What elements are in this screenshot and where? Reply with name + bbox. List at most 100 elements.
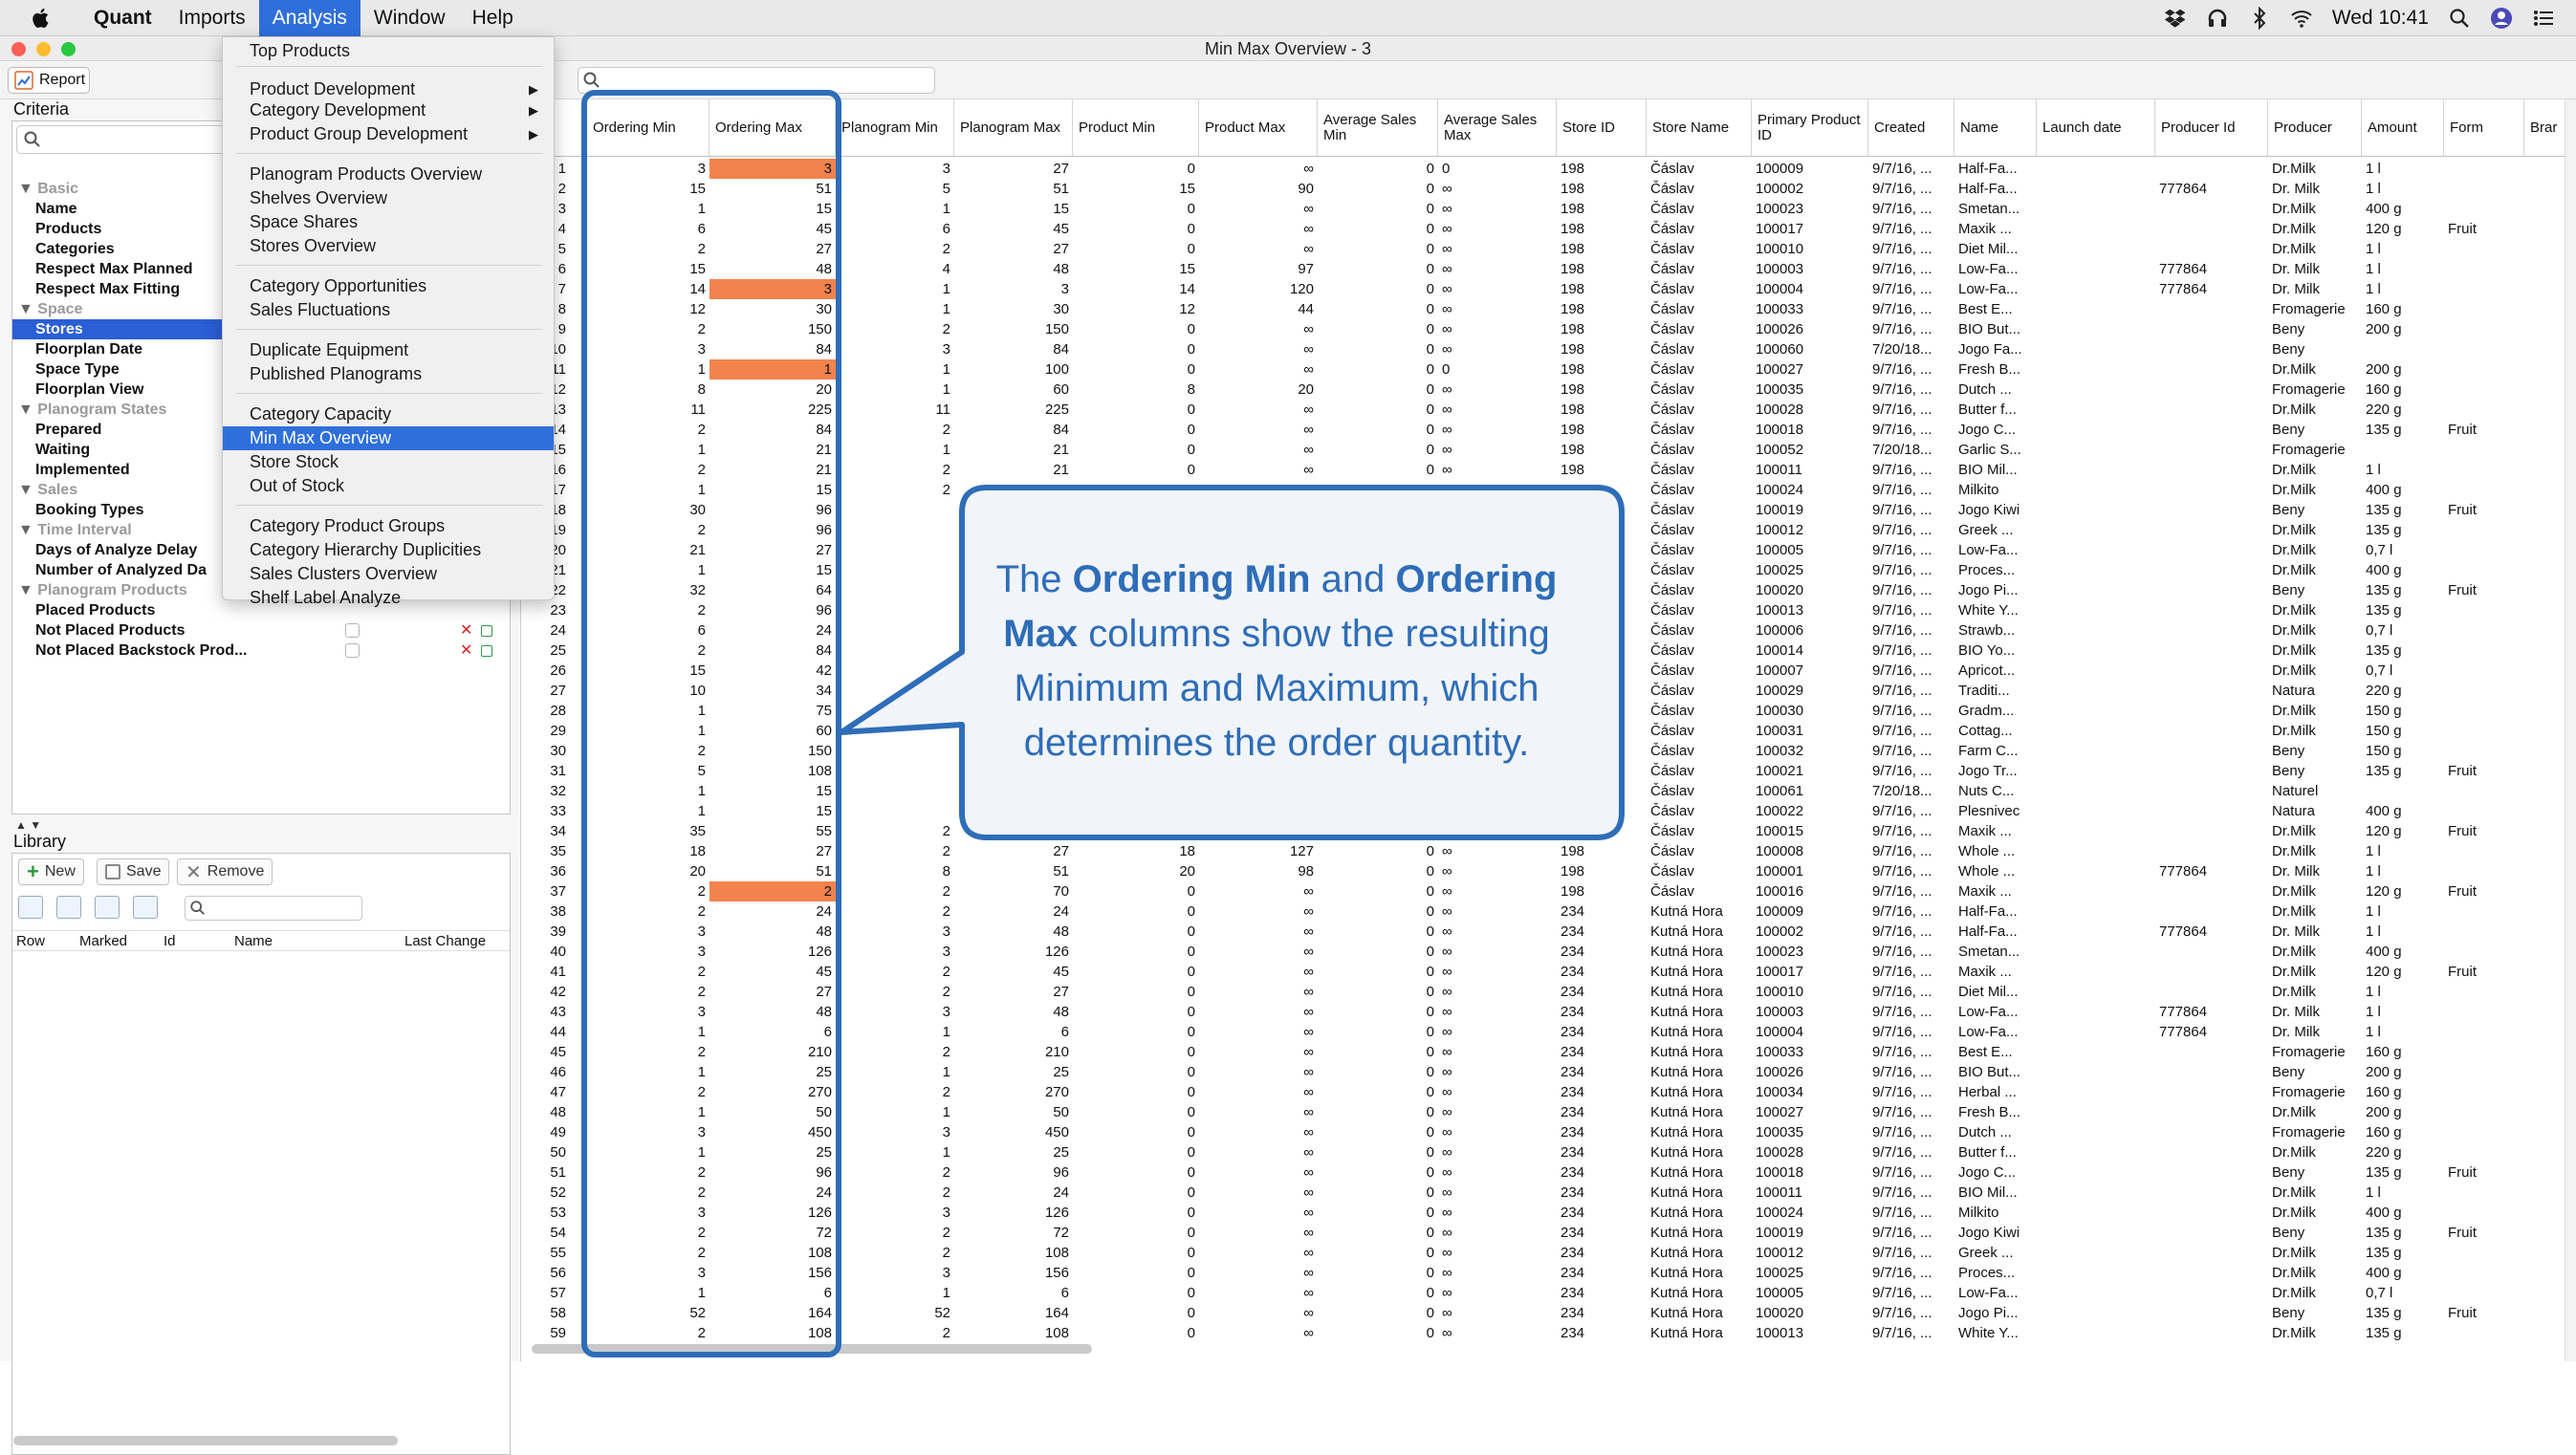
table-cell[interactable]: 9/7/16, ... bbox=[1868, 901, 1954, 922]
table-cell[interactable] bbox=[2037, 199, 2155, 219]
table-cell[interactable]: ∞ bbox=[1199, 359, 1318, 380]
table-cell[interactable]: BIO Mil... bbox=[1954, 1183, 2037, 1203]
table-cell[interactable]: 70 bbox=[954, 881, 1073, 901]
table-cell[interactable]: 1 bbox=[836, 1022, 954, 1042]
table-cell[interactable]: 4 bbox=[836, 259, 954, 279]
row-number[interactable]: 46 bbox=[522, 1062, 570, 1082]
table-cell[interactable] bbox=[2037, 1243, 2155, 1263]
column-header[interactable]: Planogram Min bbox=[836, 99, 954, 157]
table-cell[interactable] bbox=[2444, 922, 2524, 942]
table-cell[interactable]: 100006 bbox=[1752, 620, 1868, 641]
table-cell[interactable]: 7/20/18... bbox=[1868, 781, 1954, 801]
table-cell[interactable] bbox=[2155, 1323, 2268, 1343]
table-cell[interactable]: Dr.Milk bbox=[2268, 620, 2362, 641]
table-cell[interactable]: 60 bbox=[709, 721, 836, 741]
table-cell[interactable]: ∞ bbox=[1199, 881, 1318, 901]
table-cell[interactable]: 234 bbox=[1557, 1203, 1647, 1223]
column-header[interactable]: Producer Id bbox=[2155, 99, 2268, 157]
table-cell[interactable]: 0 bbox=[1073, 922, 1199, 942]
table-cell[interactable]: Strawb... bbox=[1954, 620, 2037, 641]
table-cell[interactable]: Low-Fa... bbox=[1954, 1022, 2037, 1042]
table-cell[interactable]: Half-Fa... bbox=[1954, 922, 2037, 942]
table-cell[interactable]: 198 bbox=[1557, 359, 1647, 380]
table-cell[interactable] bbox=[2037, 681, 2155, 701]
table-cell[interactable]: 100009 bbox=[1752, 159, 1868, 179]
table-cell[interactable]: 21 bbox=[709, 440, 836, 460]
table-cell[interactable] bbox=[2155, 741, 2268, 761]
table-cell[interactable]: 198 bbox=[1557, 219, 1647, 239]
table-cell[interactable]: 1 bbox=[709, 359, 836, 380]
criteria-search-input[interactable] bbox=[16, 125, 229, 154]
table-cell[interactable]: 1 l bbox=[2362, 179, 2444, 199]
table-cell[interactable]: Beny bbox=[2268, 580, 2362, 600]
row-number[interactable]: 48 bbox=[522, 1102, 570, 1122]
table-cell[interactable]: 11 bbox=[587, 400, 709, 420]
table-cell[interactable]: Čáslav bbox=[1647, 620, 1752, 641]
column-header[interactable]: Amount bbox=[2362, 99, 2444, 157]
table-cell[interactable] bbox=[2155, 400, 2268, 420]
library-save-button[interactable]: Save bbox=[97, 858, 170, 885]
table-cell[interactable]: 3 bbox=[587, 339, 709, 359]
table-cell[interactable]: 48 bbox=[954, 922, 1073, 942]
table-cell[interactable]: 9/7/16, ... bbox=[1868, 420, 1954, 440]
table-cell[interactable]: 84 bbox=[954, 420, 1073, 440]
table-cell[interactable]: Maxik ... bbox=[1954, 219, 2037, 239]
row-number[interactable]: 39 bbox=[522, 922, 570, 942]
table-cell[interactable]: 84 bbox=[709, 339, 836, 359]
table-cell[interactable]: ∞ bbox=[1199, 159, 1318, 179]
table-cell[interactable]: Dr.Milk bbox=[2268, 641, 2362, 661]
library-search-input[interactable] bbox=[185, 896, 362, 921]
table-cell[interactable]: 1 l bbox=[2362, 922, 2444, 942]
table-cell[interactable]: 100004 bbox=[1752, 1022, 1868, 1042]
table-cell[interactable]: Fromagerie bbox=[2268, 1122, 2362, 1142]
table-cell[interactable]: 9/7/16, ... bbox=[1868, 1082, 1954, 1102]
table-cell[interactable]: 9/7/16, ... bbox=[1868, 380, 1954, 400]
table-cell[interactable]: 9/7/16, ... bbox=[1868, 299, 1954, 319]
table-cell[interactable] bbox=[2037, 982, 2155, 1002]
table-cell[interactable]: 2 bbox=[587, 319, 709, 339]
table-cell[interactable] bbox=[2037, 1062, 2155, 1082]
table-cell[interactable]: Kutná Hora bbox=[1647, 1122, 1752, 1142]
table-cell[interactable] bbox=[2362, 440, 2444, 460]
row-number[interactable]: 59 bbox=[522, 1323, 570, 1343]
table-cell[interactable]: 9/7/16, ... bbox=[1868, 1183, 1954, 1203]
table-cell[interactable]: Diet Mil... bbox=[1954, 982, 2037, 1002]
table-cell[interactable]: 1 l bbox=[2362, 259, 2444, 279]
table-cell[interactable]: 30 bbox=[709, 299, 836, 319]
menu-item-published-planograms[interactable]: Published Planograms bbox=[223, 362, 554, 386]
library-col-marked[interactable]: Marked bbox=[79, 933, 127, 949]
table-cell[interactable]: 1 bbox=[587, 440, 709, 460]
table-cell[interactable]: 2 bbox=[587, 881, 709, 901]
table-cell[interactable]: 0 bbox=[1318, 1142, 1438, 1162]
table-cell[interactable]: 9/7/16, ... bbox=[1868, 962, 1954, 982]
table-cell[interactable]: 3 bbox=[836, 922, 954, 942]
table-cell[interactable]: 100025 bbox=[1752, 560, 1868, 580]
table-cell[interactable]: 25 bbox=[954, 1142, 1073, 1162]
table-cell[interactable]: ∞ bbox=[1199, 1183, 1318, 1203]
table-cell[interactable]: 20 bbox=[1199, 380, 1318, 400]
table-cell[interactable]: 1 l bbox=[2362, 1002, 2444, 1022]
disclosure-triangle-icon[interactable]: ▼ bbox=[18, 181, 37, 197]
row-number[interactable]: 24 bbox=[522, 620, 570, 641]
table-cell[interactable]: 100028 bbox=[1752, 400, 1868, 420]
table-cell[interactable]: 100009 bbox=[1752, 901, 1868, 922]
table-cell[interactable]: 234 bbox=[1557, 1243, 1647, 1263]
table-cell[interactable]: 234 bbox=[1557, 1162, 1647, 1183]
table-cell[interactable]: Čáslav bbox=[1647, 380, 1752, 400]
table-cell[interactable]: 100020 bbox=[1752, 580, 1868, 600]
table-cell[interactable]: 0 bbox=[1318, 1323, 1438, 1343]
apple-icon[interactable] bbox=[29, 6, 54, 31]
table-cell[interactable]: 198 bbox=[1557, 259, 1647, 279]
table-cell[interactable]: Milkito bbox=[1954, 480, 2037, 500]
row-number[interactable]: 52 bbox=[522, 1183, 570, 1203]
table-cell[interactable]: 9/7/16, ... bbox=[1868, 1122, 1954, 1142]
table-cell[interactable]: 0 bbox=[1073, 1263, 1199, 1283]
table-cell[interactable] bbox=[2155, 661, 2268, 681]
table-cell[interactable]: 0 bbox=[1318, 420, 1438, 440]
column-header[interactable]: Store ID bbox=[1557, 99, 1647, 157]
table-cell[interactable] bbox=[2155, 801, 2268, 821]
table-cell[interactable]: Dr.Milk bbox=[2268, 881, 2362, 901]
table-cell[interactable]: 9/7/16, ... bbox=[1868, 620, 1954, 641]
table-cell[interactable]: Kutná Hora bbox=[1647, 1162, 1752, 1183]
table-cell[interactable]: Dr.Milk bbox=[2268, 159, 2362, 179]
